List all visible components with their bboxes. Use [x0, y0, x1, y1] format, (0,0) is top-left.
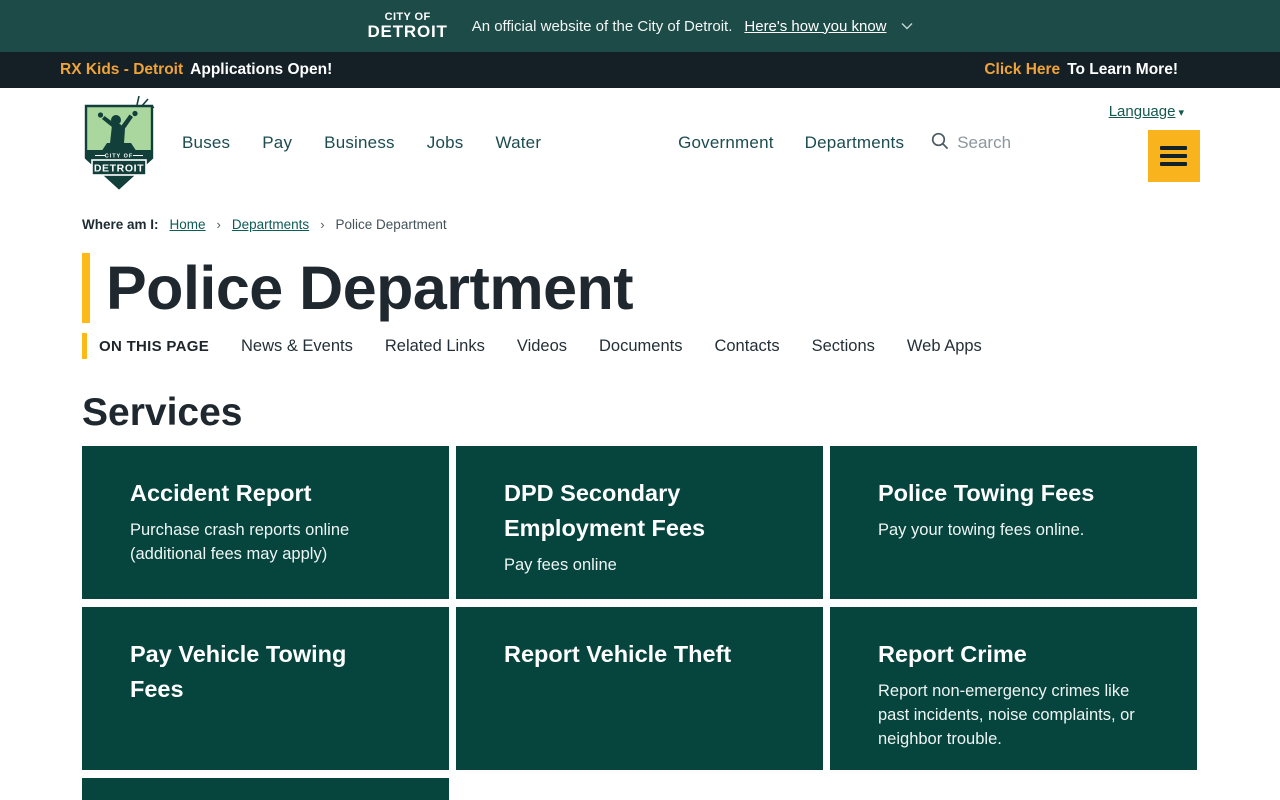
nav-item-government[interactable]: Government: [678, 133, 774, 153]
title-accent-bar: [82, 253, 90, 324]
svg-text:CITY OF: CITY OF: [105, 154, 134, 160]
click-here-link[interactable]: Click Here: [984, 61, 1060, 79]
service-card-title: Report Vehicle Theft: [504, 641, 732, 668]
breadcrumb-home-link[interactable]: Home: [170, 217, 206, 232]
secondary-nav: Government Departments: [678, 133, 904, 153]
on-this-page-contacts[interactable]: Contacts: [714, 337, 779, 356]
page-title: Police Department: [106, 254, 634, 322]
city-of-detroit-wordmark: CITY OF DETROIT: [367, 11, 447, 42]
on-this-page-videos[interactable]: Videos: [517, 337, 567, 356]
service-card-title: Accident Report: [130, 480, 312, 507]
service-card-title: Pay Vehicle Towing Fees: [130, 641, 347, 702]
service-card-description: Pay your towing fees online.: [878, 520, 1085, 539]
service-card-partially-visible[interactable]: [82, 777, 449, 800]
breadcrumb-label: Where am I:: [82, 217, 159, 232]
heres-how-you-know-link[interactable]: Here's how you know: [744, 18, 886, 35]
nav-item-business[interactable]: Business: [324, 133, 395, 153]
nav-item-departments[interactable]: Departments: [805, 133, 905, 153]
chevron-down-icon: [901, 17, 913, 35]
wordmark-detroit: DETROIT: [367, 21, 448, 41]
service-card-report-vehicle-theft[interactable]: Report Vehicle Theft: [456, 607, 823, 770]
language-label: Language: [1108, 103, 1176, 120]
service-card-accident-report[interactable]: Accident Report Purchase crash reports o…: [82, 446, 449, 600]
service-card-report-crime[interactable]: Report Crime Report non-emergency crimes…: [830, 607, 1197, 770]
nav-item-pay[interactable]: Pay: [262, 133, 292, 153]
nav-item-water[interactable]: Water: [495, 133, 541, 153]
service-card-description: Purchase crash reports online (additiona…: [130, 520, 350, 563]
spirit-of-detroit-logo-icon: CITY OF DETROIT: [82, 95, 160, 196]
primary-nav: Buses Pay Business Jobs Water: [182, 133, 541, 153]
breadcrumb: Where am I: Home › Departments › Police …: [82, 217, 1197, 232]
language-dropdown[interactable]: Language ▾: [1109, 103, 1184, 120]
breadcrumb-current-page: Police Department: [335, 217, 447, 232]
hamburger-icon: [1160, 146, 1188, 150]
main-content: Where am I: Home › Departments › Police …: [0, 217, 1280, 800]
official-website-message: An official website of the City of Detro…: [471, 17, 733, 35]
search-icon: [930, 131, 950, 156]
nav-item-buses[interactable]: Buses: [182, 133, 230, 153]
service-card-police-towing-fees[interactable]: Police Towing Fees Pay your towing fees …: [830, 446, 1197, 600]
search-label: Search: [957, 133, 1012, 152]
on-this-page-web-apps[interactable]: Web Apps: [907, 337, 982, 356]
page-title-block: Police Department: [82, 253, 1197, 324]
search-button[interactable]: Search: [930, 131, 1011, 156]
on-this-page-related-links[interactable]: Related Links: [385, 337, 485, 356]
dropdown-triangle-icon: ▾: [1178, 107, 1184, 119]
on-this-page-sections[interactable]: Sections: [812, 337, 875, 356]
services-heading: Services: [82, 391, 243, 435]
service-card-title: Police Towing Fees: [878, 480, 1095, 507]
service-card-description: Pay fees online: [504, 555, 617, 574]
rx-kids-link[interactable]: RX Kids - Detroit: [60, 61, 183, 79]
on-this-page-label: ON THIS PAGE: [99, 337, 209, 355]
promo-message: Applications Open!: [190, 61, 333, 78]
on-this-page-nav: ON THIS PAGE News & Events Related Links…: [82, 333, 1197, 360]
chevron-right-icon: ›: [216, 217, 221, 232]
chevron-right-icon: ›: [320, 217, 325, 232]
service-card-pay-vehicle-towing-fees[interactable]: Pay Vehicle Towing Fees: [82, 607, 449, 770]
service-card-title: DPD Secondary Employment Fees: [504, 480, 706, 541]
service-card-dpd-secondary-employment-fees[interactable]: DPD Secondary Employment Fees Pay fees o…: [456, 446, 823, 600]
menu-button[interactable]: [1147, 130, 1200, 182]
on-this-page-documents[interactable]: Documents: [599, 337, 682, 356]
nav-item-jobs[interactable]: Jobs: [427, 133, 464, 153]
on-this-page-news-events[interactable]: News & Events: [241, 337, 353, 356]
official-website-banner: CITY OF DETROIT An official website of t…: [0, 0, 1280, 52]
service-card-title: Report Crime: [878, 641, 1027, 668]
breadcrumb-departments-link[interactable]: Departments: [232, 217, 309, 232]
service-card-description: Report non-emergency crimes like past in…: [878, 681, 1135, 748]
promo-banner: RX Kids - Detroit Applications Open! Cli…: [0, 52, 1280, 88]
services-card-grid: Accident Report Purchase crash reports o…: [82, 446, 1197, 800]
city-of-detroit-logo[interactable]: CITY OF DETROIT: [82, 94, 160, 192]
svg-text:DETROIT: DETROIT: [94, 163, 144, 175]
promo-cta-message: To Learn More!: [1067, 61, 1178, 78]
wordmark-city-of: CITY OF: [384, 10, 431, 23]
site-header: CITY OF DETROIT Buses Pay Business Jobs …: [0, 88, 1280, 198]
